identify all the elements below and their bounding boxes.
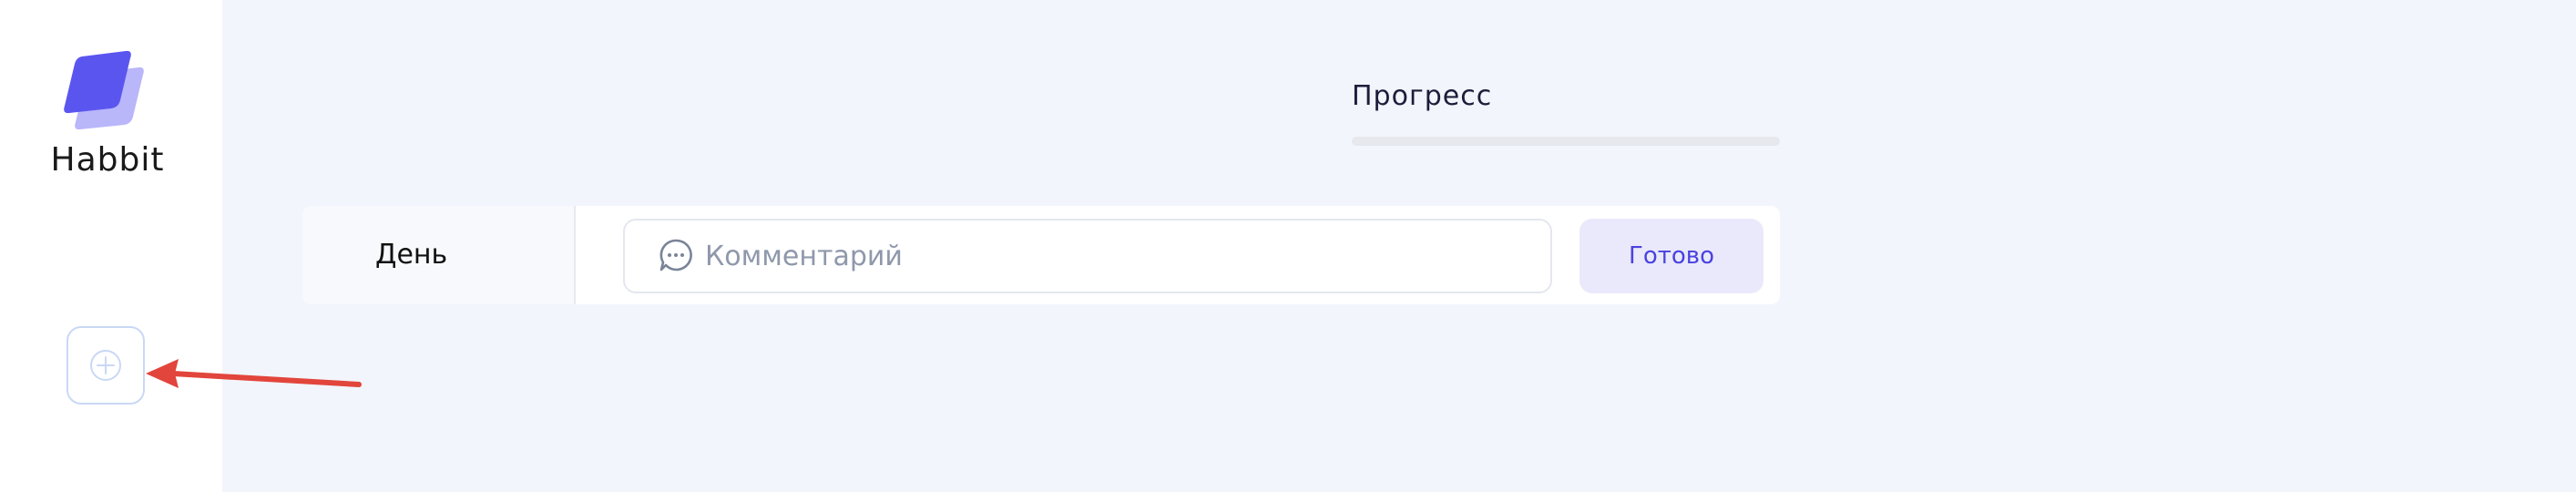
progress-bar xyxy=(1352,137,1780,146)
comment-field[interactable] xyxy=(623,219,1552,293)
comment-input[interactable] xyxy=(705,230,1525,282)
sidebar: Habbit xyxy=(0,0,222,492)
habit-row: День Готово xyxy=(302,206,1780,304)
progress-label: Прогресс xyxy=(1352,80,1493,112)
chat-bubble-icon xyxy=(659,239,692,272)
plus-circle-icon xyxy=(90,350,121,381)
add-habit-button[interactable] xyxy=(66,326,145,405)
done-button[interactable]: Готово xyxy=(1579,219,1763,293)
day-label: День xyxy=(375,239,448,271)
logo-icon xyxy=(64,50,144,130)
progress-section: Прогресс xyxy=(1352,78,1780,146)
app-logo-text: Habbit xyxy=(50,141,165,179)
day-cell: День xyxy=(302,206,576,304)
